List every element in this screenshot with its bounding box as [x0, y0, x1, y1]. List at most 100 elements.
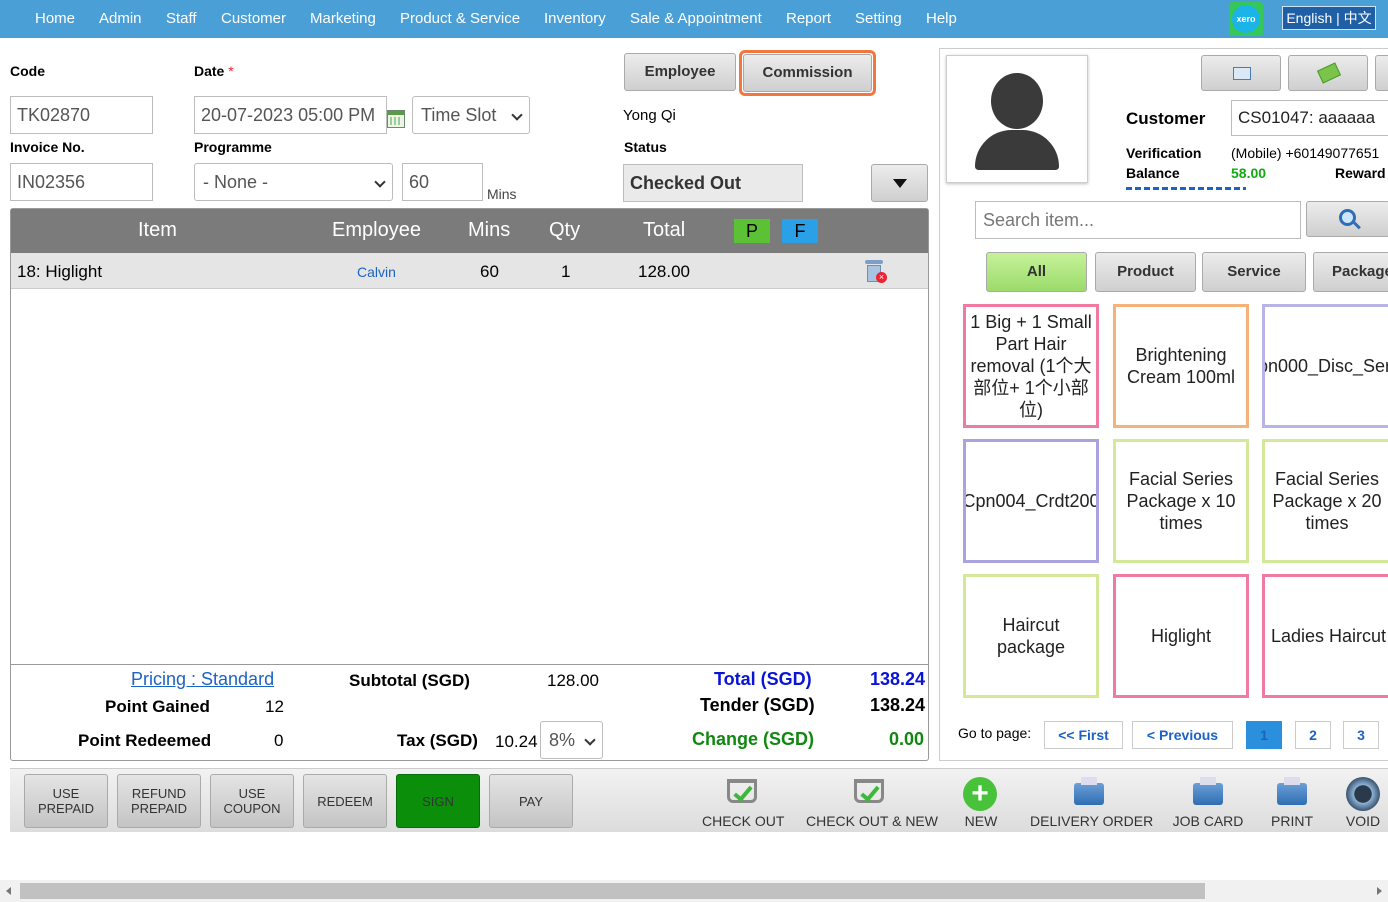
page-previous-button[interactable]: < Previous	[1132, 721, 1233, 749]
go-to-page-label: Go to page:	[958, 725, 1032, 741]
point-gained-value: 12	[265, 697, 284, 716]
category-all[interactable]: All	[986, 252, 1087, 292]
nav-home[interactable]: Home	[35, 10, 75, 27]
nav-sale-appointment[interactable]: Sale & Appointment	[630, 10, 762, 27]
programme-select[interactable]: - None -	[194, 163, 393, 201]
redeem-button[interactable]: REDEEM	[303, 774, 387, 828]
delete-icon[interactable]: ×	[863, 260, 887, 284]
date-label: Date *	[194, 63, 234, 79]
job-card-button[interactable]: JOB CARD	[1170, 775, 1246, 829]
chevron-down-icon	[584, 734, 596, 746]
status-dropdown-button[interactable]	[871, 164, 928, 202]
f-badge[interactable]: F	[782, 219, 818, 243]
nav-report[interactable]: Report	[786, 10, 831, 27]
time-slot-select[interactable]: Time Slot	[412, 96, 530, 134]
horizontal-scrollbar[interactable]	[0, 880, 1388, 902]
product-tile[interactable]: Brightening Cream 100ml	[1113, 304, 1249, 428]
tax-label: Tax (SGD)	[397, 731, 478, 750]
status-value: Checked Out	[623, 164, 803, 202]
product-tile[interactable]: Ladies Haircut	[1262, 574, 1388, 698]
nav-staff[interactable]: Staff	[166, 10, 197, 27]
scroll-left-arrow-icon[interactable]	[6, 887, 11, 895]
category-package[interactable]: Package	[1313, 252, 1388, 292]
xero-icon[interactable]: xero	[1229, 2, 1263, 36]
check-out-label: CHECK OUT	[702, 813, 785, 829]
calendar-icon[interactable]	[387, 110, 405, 128]
new-label: NEW	[964, 813, 998, 829]
more-button[interactable]	[1375, 55, 1388, 91]
nav-marketing[interactable]: Marketing	[310, 10, 376, 27]
verification-label: Verification	[1126, 145, 1202, 161]
nav-customer[interactable]: Customer	[221, 10, 286, 27]
mins-input[interactable]: 60	[402, 163, 483, 201]
customer-label: Customer	[1126, 109, 1206, 128]
caret-down-icon	[893, 179, 907, 188]
sign-button[interactable]: SIGN	[396, 774, 480, 828]
category-product[interactable]: Product	[1095, 252, 1196, 292]
page-3-button[interactable]: 3	[1343, 721, 1379, 749]
search-input[interactable]: Search item...	[975, 201, 1301, 239]
customer-input[interactable]: CS01047: aaaaaa	[1231, 100, 1388, 136]
nav-admin[interactable]: Admin	[99, 10, 142, 27]
nav-help[interactable]: Help	[926, 10, 957, 27]
chevron-down-icon	[511, 109, 523, 121]
item-table: Item Employee Mins Qty Total P F 18: Hig…	[10, 208, 929, 761]
tax-value: 10.24	[495, 732, 538, 751]
product-tile[interactable]: 1 Big + 1 Small Part Hair removal (1个大部位…	[963, 304, 1099, 428]
page-first-button[interactable]: << First	[1044, 721, 1123, 749]
check-out-new-button[interactable]: CHECK OUT & NEW	[806, 775, 938, 829]
code-label: Code	[10, 63, 45, 79]
scroll-indicator	[1126, 187, 1246, 190]
table-row[interactable]: 18: Higlight Calvin 60 1 128.00 ×	[11, 253, 928, 289]
card-icon	[1233, 67, 1251, 80]
print-button[interactable]: PRINT	[1266, 775, 1318, 829]
pay-button[interactable]: PAY	[489, 774, 573, 828]
product-tile[interactable]: Cpn000_Disc_Serial	[1262, 304, 1388, 428]
row-employee-link[interactable]: Calvin	[357, 264, 396, 280]
search-button[interactable]	[1306, 201, 1388, 237]
refund-prepaid-button[interactable]: REFUND PREPAID	[117, 774, 201, 828]
product-tile[interactable]: Facial Series Package x 10 times	[1113, 439, 1249, 563]
print-label: PRINT	[1271, 813, 1313, 829]
programme-value: - None -	[203, 172, 269, 192]
product-tile[interactable]: Higlight	[1113, 574, 1249, 698]
use-coupon-button[interactable]: USE COUPON	[210, 774, 294, 828]
nav-setting[interactable]: Setting	[855, 10, 902, 27]
job-card-label: JOB CARD	[1172, 813, 1244, 829]
employee-button[interactable]: Employee	[624, 53, 736, 91]
tax-rate-select[interactable]: 8%	[540, 721, 603, 759]
point-redeemed-label: Point Redeemed	[78, 731, 212, 750]
date-label-text: Date	[194, 63, 225, 79]
page-2-button[interactable]: 2	[1295, 721, 1331, 749]
printer-icon	[1074, 783, 1104, 805]
invoice-input[interactable]: IN02356	[10, 163, 153, 201]
commission-button[interactable]: Commission	[743, 54, 872, 92]
scrollbar-thumb[interactable]	[20, 883, 1205, 899]
reward-label: Reward	[1335, 165, 1386, 181]
page-1-button[interactable]: 1	[1246, 721, 1282, 749]
language-switch[interactable]: English | 中文	[1282, 6, 1376, 30]
product-tile[interactable]: Facial Series Package x 20 times	[1262, 439, 1388, 563]
check-out-button[interactable]: CHECK OUT	[702, 775, 785, 829]
use-prepaid-button[interactable]: USE PREPAID	[24, 774, 108, 828]
date-input[interactable]: 20-07-2023 05:00 PM	[194, 96, 387, 134]
row-total: 128.00	[638, 262, 690, 281]
scroll-right-arrow-icon[interactable]	[1377, 887, 1382, 895]
customer-product-panel: Customer CS01047: aaaaaa Verification (M…	[939, 48, 1388, 761]
printer-icon	[1193, 783, 1223, 805]
plus-circle-icon: +	[963, 777, 997, 811]
category-service[interactable]: Service	[1202, 252, 1306, 292]
money-button[interactable]	[1288, 55, 1368, 91]
delivery-order-button[interactable]: DELIVERY ORDER	[1030, 775, 1153, 829]
top-navigation-bar: Home Admin Staff Customer Marketing Prod…	[0, 0, 1388, 38]
void-button[interactable]: VOID	[1340, 775, 1386, 829]
nav-product-service[interactable]: Product & Service	[400, 10, 520, 27]
new-button[interactable]: + NEW	[958, 775, 1004, 829]
product-tile[interactable]: Cpn004_Crdt200	[963, 439, 1099, 563]
pricing-link[interactable]: Pricing : Standard	[131, 669, 274, 690]
nav-inventory[interactable]: Inventory	[544, 10, 606, 27]
code-input[interactable]: TK02870	[10, 96, 153, 134]
product-tile[interactable]: Haircut package	[963, 574, 1099, 698]
card-button[interactable]	[1201, 55, 1281, 91]
p-badge[interactable]: P	[734, 219, 770, 243]
